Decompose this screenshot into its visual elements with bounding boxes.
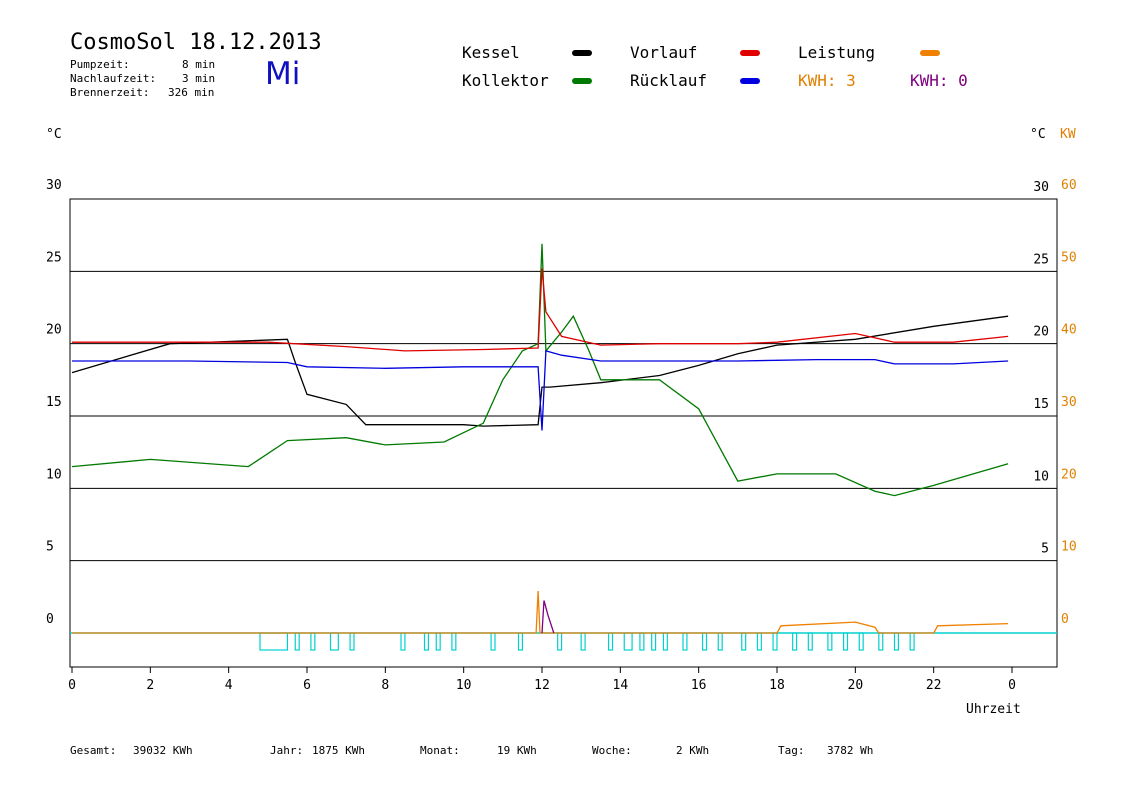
plot-frame [69, 198, 1058, 668]
series-line-kwh2 [541, 600, 555, 634]
temperature-chart: 0510152025305101520253001020304050600 2 4 6… [46, 178, 1077, 693]
pump-cycle [259, 632, 289, 651]
pump-cycle [423, 632, 430, 651]
pump-cycle [607, 632, 614, 651]
y-kw-tick-label: 10 [1061, 540, 1077, 555]
pump-cycle [717, 632, 723, 651]
y-right-tick-label: 30 [1033, 180, 1049, 195]
pump-cycle [807, 632, 813, 651]
pump-cycle [741, 632, 747, 651]
pump-cycle [792, 632, 798, 651]
y-left-tick-label: 15 [46, 395, 62, 410]
pump-cycle [639, 632, 645, 651]
series-line-leistung_kw [72, 590, 1009, 634]
y-kw-tick-label: 40 [1061, 323, 1077, 338]
y-left-tick-label: 5 [46, 540, 54, 555]
pump-cycle [858, 632, 864, 651]
pump-cycle [878, 632, 884, 651]
pump-cycle [623, 632, 633, 651]
pump-cycle [909, 632, 915, 651]
y-right-tick-label: 20 [1033, 325, 1049, 340]
x-tick-label: 2 [146, 678, 154, 693]
y-left-tick-label: 30 [46, 178, 62, 193]
pump-cycle [701, 632, 708, 651]
pump-cycle [772, 632, 778, 651]
y-left-tick-label: 0 [46, 612, 54, 627]
pump-cycle [682, 632, 688, 651]
y-left-tick-label: 10 [46, 467, 62, 482]
pump-cycle [310, 632, 316, 651]
pump-cycle [349, 632, 355, 651]
pump-cycle [490, 632, 496, 651]
pump-cycle [893, 632, 900, 651]
y-right-tick-label: 5 [1041, 542, 1049, 557]
y-right-tick-label: 25 [1033, 252, 1049, 267]
x-tick-label: 18 [769, 678, 785, 693]
series-line-kollektor [71, 243, 1009, 497]
pump-cycle [557, 632, 563, 651]
y-kw-tick-label: 0 [1061, 612, 1069, 627]
pump-cycle [580, 632, 586, 651]
x-tick-label: 10 [456, 678, 472, 693]
pump-cycle [451, 632, 457, 651]
y-kw-tick-label: 50 [1061, 250, 1077, 265]
x-tick-label: 0 [68, 678, 76, 693]
x-tick-label: 14 [613, 678, 629, 693]
series-line-ruecklauf [72, 350, 1009, 431]
pump-cycle [294, 632, 300, 651]
pump-cycle [842, 632, 849, 651]
pump-cycle [517, 632, 524, 651]
x-tick-label: 6 [303, 678, 311, 693]
x-tick-label: 22 [926, 678, 942, 693]
y-kw-tick-label: 60 [1061, 178, 1077, 193]
pump-cycle [329, 632, 339, 651]
x-tick-label: 16 [691, 678, 707, 693]
x-tick-label: 20 [848, 678, 864, 693]
y-right-tick-label: 15 [1033, 397, 1049, 412]
pump-cycle [400, 632, 406, 651]
x-tick-label: 12 [534, 678, 550, 693]
y-right-tick-label: 10 [1033, 469, 1049, 484]
y-left-tick-label: 20 [46, 323, 62, 338]
pump-cycle [435, 632, 441, 651]
y-kw-tick-label: 30 [1061, 395, 1077, 410]
y-left-tick-label: 25 [46, 250, 62, 265]
series-line-kessel [71, 315, 1009, 427]
x-tick-label: 4 [225, 678, 233, 693]
x-tick-label: 8 [381, 678, 389, 693]
x-tick-label: 0 [1008, 678, 1016, 693]
pump-cycle [756, 632, 762, 651]
pump-cycle [651, 632, 657, 651]
pump-cycle [662, 632, 668, 651]
y-kw-tick-label: 20 [1061, 467, 1077, 482]
pump-cycle [827, 632, 833, 651]
